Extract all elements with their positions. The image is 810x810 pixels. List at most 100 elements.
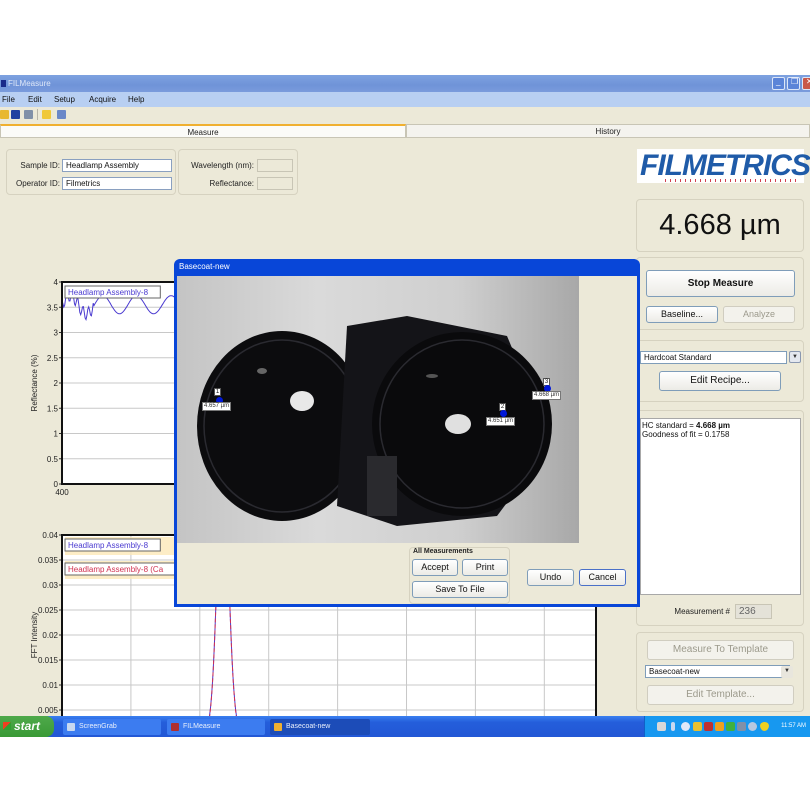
save-to-file-button[interactable]: Save To File <box>412 581 508 598</box>
analyze-button: Analyze <box>723 306 795 323</box>
taskbar: start ScreenGrab FILMeasure Basecoat-new… <box>0 716 810 737</box>
logo-ticks <box>665 179 800 182</box>
legend-label: Headlamp Assembly-8 (Ca <box>68 565 164 574</box>
marker-1-value: 4.657 µm <box>202 402 232 411</box>
y-tick-label: 0.01 <box>42 681 58 690</box>
start-button[interactable]: start <box>0 716 54 737</box>
tab-measure[interactable]: Measure <box>0 124 406 138</box>
edit-recipe-button[interactable]: Edit Recipe... <box>659 371 781 391</box>
network-tray-icon[interactable] <box>671 722 675 731</box>
print-button[interactable]: Print <box>462 559 508 576</box>
menu-edit[interactable]: Edit <box>28 92 42 107</box>
y-tick-label: 0.025 <box>38 606 59 615</box>
toolbar <box>0 107 810 122</box>
warning-tray-icon[interactable] <box>693 722 702 731</box>
basecoat-dialog: Basecoat-new 1 4.657 µm 2 4.651 µm 3 4.6… <box>174 259 640 607</box>
all-measurements-label: All Measurements <box>413 548 473 555</box>
operator-id-label: Operator ID: <box>15 179 60 188</box>
menu-help[interactable]: Help <box>128 92 144 107</box>
undo-button[interactable]: Undo <box>527 569 574 586</box>
marker-2-value: 4.651 µm <box>486 417 516 426</box>
sample-id-field[interactable]: Headlamp Assembly <box>62 159 172 172</box>
template-dropdown-arrow-icon[interactable]: ▼ <box>781 666 793 678</box>
clock: 11:57 AM <box>781 723 806 729</box>
close-button[interactable]: ✕ <box>802 77 810 90</box>
recipe-dropdown-arrow-icon[interactable]: ▼ <box>789 351 801 363</box>
stop-measure-button[interactable]: Stop Measure <box>646 270 795 297</box>
monitor-tray-icon[interactable] <box>737 722 746 731</box>
window-icon[interactable] <box>57 110 66 119</box>
folder-image-icon[interactable] <box>42 110 51 119</box>
logo-text: FILMETRICS <box>640 149 810 182</box>
accept-button[interactable]: Accept <box>412 559 458 576</box>
desktop-screen: FILMeasure _ ❐ ✕ File Edit Setup Acquire… <box>0 75 810 737</box>
legend-label: Headlamp Assembly-8 <box>68 541 149 550</box>
y-axis-label: FFT Intensity <box>30 612 39 659</box>
open-icon[interactable] <box>0 110 9 119</box>
taskbar-item-screengrab[interactable]: ScreenGrab <box>63 719 161 735</box>
y-tick-label: 3.5 <box>47 303 59 312</box>
y-tick-label: 2 <box>54 379 59 388</box>
windows-logo-icon <box>3 722 11 730</box>
y-tick-label: 0.02 <box>42 631 58 640</box>
menu-bar: File Edit Setup Acquire Help <box>0 92 810 107</box>
tab-history[interactable]: History <box>406 124 810 138</box>
minimize-icon: _ <box>776 77 781 86</box>
save-icon[interactable] <box>11 110 20 119</box>
edit-template-button: Edit Template... <box>647 685 794 705</box>
check-tray-icon[interactable] <box>726 722 735 731</box>
marker-3-value: 4.668 µm <box>532 391 562 400</box>
back-arrow-tray-icon[interactable] <box>681 722 690 731</box>
moon-tray-icon[interactable] <box>748 722 757 731</box>
start-label: start <box>14 719 41 733</box>
system-tray: 11:57 AM <box>644 716 810 737</box>
template-select[interactable]: Basecoat-new <box>645 665 790 678</box>
operator-id-field[interactable]: Filmetrics <box>62 177 172 190</box>
menu-file[interactable]: File <box>2 92 15 107</box>
wavelength-label: Wavelength (nm): <box>191 161 254 170</box>
part-photo[interactable]: 1 4.657 µm 2 4.651 µm 3 4.668 µm <box>177 276 579 543</box>
y-tick-label: 0.035 <box>38 556 59 565</box>
menu-setup[interactable]: Setup <box>54 92 75 107</box>
flower-tray-icon[interactable] <box>715 722 724 731</box>
dialog-body: 1 4.657 µm 2 4.651 µm 3 4.668 µm All Mea… <box>177 276 637 604</box>
minimize-button[interactable]: _ <box>772 77 785 90</box>
headlamp-part-image <box>197 316 552 526</box>
restore-icon: ❐ <box>791 77 799 86</box>
reflectance-field <box>257 177 293 190</box>
measure-to-template-button: Measure To Template <box>647 640 794 660</box>
shield-tray-icon[interactable] <box>760 722 769 731</box>
filmetrics-logo: FILMETRICS <box>637 149 810 183</box>
reflectance-label: Reflectance: <box>209 179 254 188</box>
close-icon: ✕ <box>806 77 810 86</box>
window-titlebar[interactable]: FILMeasure <box>0 75 810 92</box>
y-tick-label: 1.5 <box>47 404 59 413</box>
y-tick-label: 0.03 <box>42 581 58 590</box>
taskbar-item-basecoat[interactable]: Basecoat-new <box>270 719 370 735</box>
marker-2-dot[interactable] <box>500 410 507 417</box>
thickness-readout: 4.668 µm <box>636 199 804 252</box>
marker-1-number: 1 <box>214 388 221 396</box>
measurement-number-label: Measurement # <box>674 607 730 616</box>
maximize-button[interactable]: ❐ <box>787 77 800 90</box>
menu-acquire[interactable]: Acquire <box>89 92 116 107</box>
help-tray-icon[interactable] <box>657 722 666 731</box>
result-thickness-value: 4.668 µm <box>696 421 730 430</box>
y-tick-label: 3 <box>54 329 59 338</box>
results-text-box[interactable]: HC standard = 4.668 µm Goodness of fit =… <box>640 418 801 595</box>
screengrab-icon <box>67 723 75 731</box>
baseline-button[interactable]: Baseline... <box>646 306 718 323</box>
y-tick-label: 0.005 <box>38 706 59 715</box>
print-icon[interactable] <box>24 110 33 119</box>
network-disconnected-tray-icon[interactable] <box>704 722 713 731</box>
basecoat-icon <box>274 723 282 731</box>
result-line-goodness: Goodness of fit = 0.1758 <box>642 430 730 439</box>
app-icon <box>1 80 6 87</box>
result-line-thickness: HC standard = 4.668 µm <box>642 421 730 430</box>
cancel-button[interactable]: Cancel <box>579 569 626 586</box>
recipe-select[interactable]: Hardcoat Standard <box>640 351 787 364</box>
y-tick-label: 4 <box>54 278 59 287</box>
y-axis-label: Reflectance (%) <box>30 354 39 411</box>
legend-label: Headlamp Assembly-8 <box>68 288 149 297</box>
taskbar-item-filmeasure[interactable]: FILMeasure <box>167 719 265 735</box>
